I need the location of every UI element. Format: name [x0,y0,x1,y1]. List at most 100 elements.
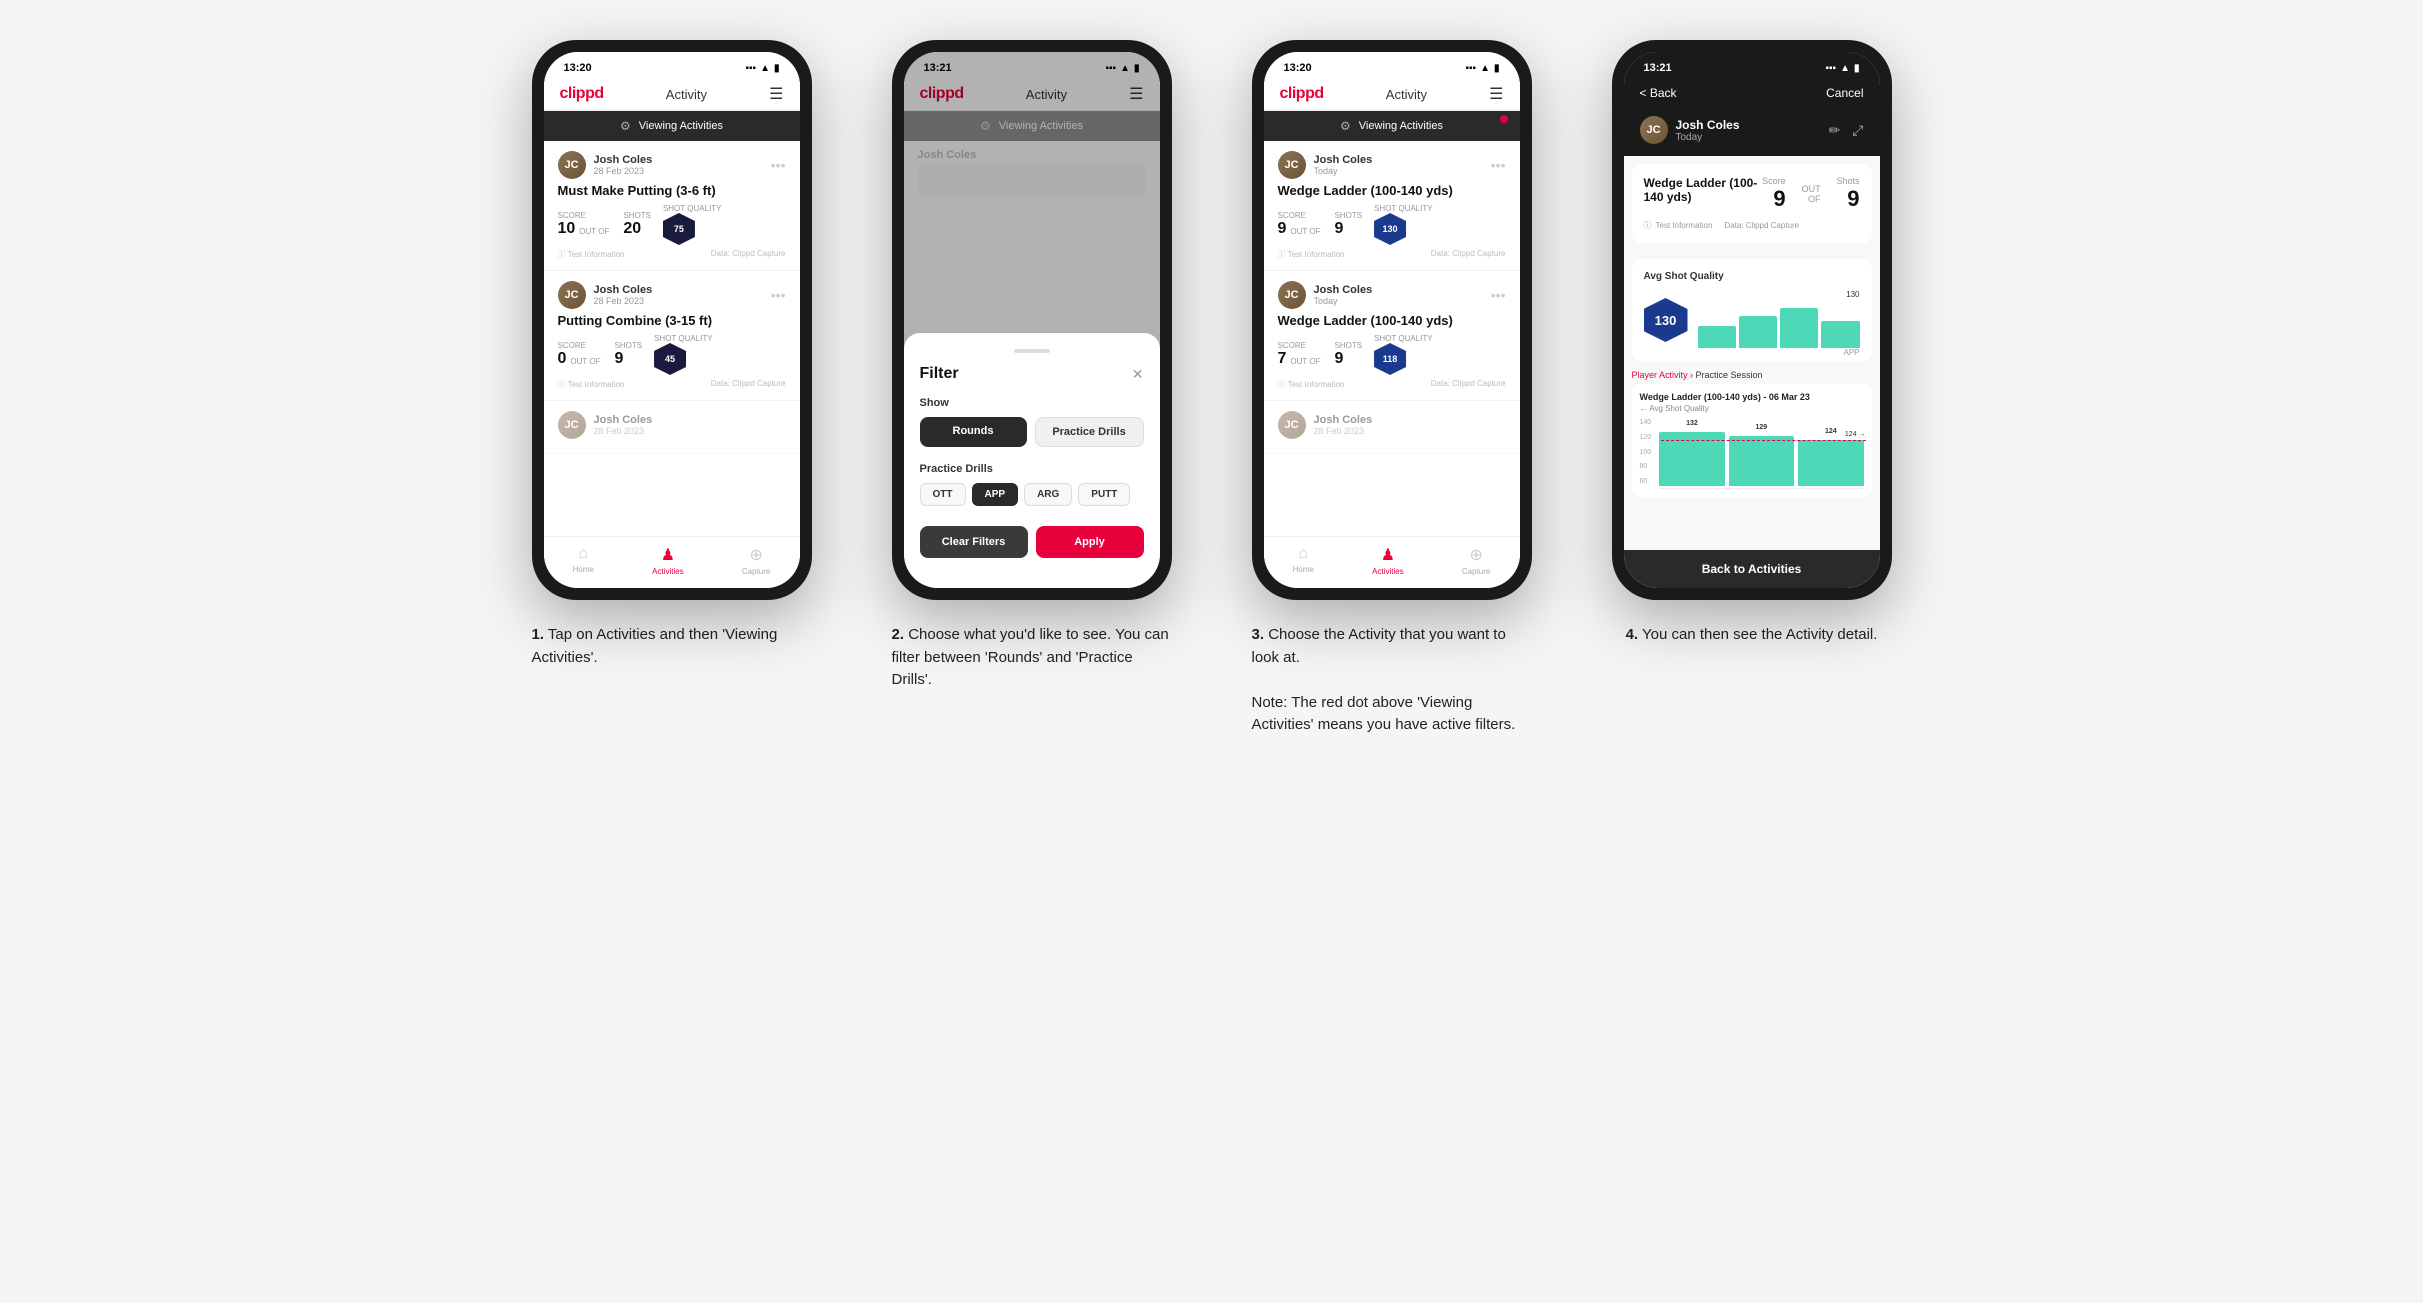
caption-3-text: Choose the Activity that you want to loo… [1252,626,1516,733]
phone-2: 13:21 ▪▪▪ ▲ ▮ clippd Activity ☰ ⚙ View [892,40,1172,600]
home-icon-3: ⌂ [1298,545,1308,563]
score-value-row-1-1: 10 OUT OF [558,220,612,238]
chip-app-label-2: APP [985,489,1006,500]
sq-value-1-1: 75 [674,224,684,234]
chip-app-2[interactable]: APP [972,483,1019,506]
user-text-1-2: Josh Coles 28 Feb 2023 [594,284,653,306]
activity-card-1-1[interactable]: JC Josh Coles 28 Feb 2023 ••• Must Make … [544,141,800,271]
more-dots-3-1[interactable]: ••• [1491,157,1506,173]
card-header-3-3: JC Josh Coles 28 Feb 2023 [1278,411,1506,439]
red-dot-3 [1500,115,1508,123]
filter-overlay-2: Filter ✕ Show Rounds Practice Drills [904,52,1160,588]
avatar-img-3-3: JC [1278,411,1306,439]
close-btn-2[interactable]: ✕ [1132,366,1144,383]
sq-hex-1-2: 45 [654,343,686,375]
signal-icon-3: ▪▪▪ [1465,63,1476,74]
nav-home-1[interactable]: ⌂ Home [573,545,594,576]
activity-card-3-1[interactable]: JC Josh Coles Today ••• Wedge Ladder (10… [1264,141,1520,271]
status-bar-3: 13:20 ▪▪▪ ▲ ▮ [1264,52,1520,78]
chip-arg-2[interactable]: ARG [1024,483,1072,506]
shots-value-1-1: 20 [623,220,651,238]
card-header-3-2: JC Josh Coles Today ••• [1278,281,1506,309]
chip-ott-label-2: OTT [933,489,953,500]
more-dots-3-2[interactable]: ••• [1491,287,1506,303]
more-dots-1-1[interactable]: ••• [771,157,786,173]
clear-filters-button-2[interactable]: Clear Filters [920,526,1028,558]
user-name-3-1: Josh Coles [1314,154,1373,166]
out-of-3-2: OUT OF [1290,357,1320,366]
user-date-1-1: 28 Feb 2023 [594,166,653,176]
nav-activities-1[interactable]: ♟ Activities [652,545,684,576]
shots-label-1-2: Shots [614,341,642,350]
status-bar-4: 13:21 ▪▪▪ ▲ ▮ [1624,52,1880,78]
avg-chart-4: 130 APP [1698,290,1860,350]
sq-hex-1-1: 75 [663,213,695,245]
settings-icon-3: ⚙ [1340,119,1351,133]
toggle-drills-2[interactable]: Practice Drills [1035,417,1144,447]
avatar-3-3: JC [1278,411,1306,439]
viewing-bar-3[interactable]: ⚙ Viewing Activities [1264,111,1520,141]
detail-user-date-4: Today [1676,132,1740,143]
info-right-1-1: Data: Clippd Capture [711,249,786,260]
battery-icon: ▮ [774,63,780,74]
nav-home-3[interactable]: ⌂ Home [1293,545,1314,576]
avg-quality-content-4: 130 130 APP [1644,290,1860,350]
nav-capture-1[interactable]: ⊕ Capture [742,545,770,576]
activity-card-3-2[interactable]: JC Josh Coles Today ••• Wedge Ladder (10… [1264,271,1520,401]
caption-1-number: 1. [532,626,545,643]
more-dots-1-2[interactable]: ••• [771,287,786,303]
time-1: 13:20 [564,62,592,74]
edit-icon-4[interactable]: ✏ [1829,122,1841,139]
shots-group-1-1: Shots 20 [623,211,651,238]
user-name-1-3: Josh Coles [594,414,653,426]
back-to-activities-4[interactable]: Back to Activities [1624,550,1880,588]
expand-icon-4[interactable]: ⤢ [1852,122,1863,139]
user-date-1-2: 28 Feb 2023 [594,296,653,306]
y-label-80: 80 [1640,463,1652,470]
activity-card-1-2[interactable]: JC Josh Coles 28 Feb 2023 ••• Putting Co… [544,271,800,401]
filter-modal-2: Filter ✕ Show Rounds Practice Drills [904,333,1160,588]
test-info-icon-4: ⓘ [1644,220,1652,231]
detail-score-group-4: Score 9 [1762,176,1786,212]
apply-button-2[interactable]: Apply [1036,526,1144,558]
chip-putt-2[interactable]: PUTT [1078,483,1130,506]
viewing-bar-1[interactable]: ⚙ Viewing Activities [544,111,800,141]
score-label-3-2: Score [1278,341,1323,350]
practice-session-section-4: Player Activity › Practice Session [1632,370,1872,380]
dashed-line-4: 124 → [1661,440,1865,441]
phone-4: 13:21 ▪▪▪ ▲ ▮ < Back Cancel JC [1612,40,1892,600]
home-label-1: Home [573,565,594,574]
cancel-button-4[interactable]: Cancel [1826,86,1863,100]
chart-bar-4-3 [1780,308,1818,348]
detail-drill-name-4: Wedge Ladder (100-140 yds) [1644,176,1763,204]
score-value-1-2: 0 [558,350,567,368]
info-right-3-2: Data: Clippd Capture [1431,379,1506,390]
card-footer-1-2: ⓘ Test Information Data: Clippd Capture [558,379,786,390]
back-button-4[interactable]: < Back [1640,86,1677,100]
caption-4-number: 4. [1626,626,1639,643]
toggle-rounds-2[interactable]: Rounds [920,417,1027,447]
chart-bars-4 [1698,298,1860,348]
bottom-nav-1: ⌂ Home ♟ Activities ⊕ Capture [544,536,800,588]
nav-capture-3[interactable]: ⊕ Capture [1462,545,1490,576]
user-text-1-3: Josh Coles 28 Feb 2023 [594,414,653,436]
y-axis-4: 140 120 100 80 60 [1640,419,1652,489]
session-bar-label-4-2: 129 [1756,424,1768,431]
sq-label-3-2: Shot Quality [1374,334,1433,343]
card-footer-3-2: ⓘ Test Information Data: Clippd Capture [1278,379,1506,390]
hamburger-icon-3[interactable]: ☰ [1489,84,1503,104]
shots-value-1-2: 9 [614,350,642,368]
caption-2-text: Choose what you'd like to see. You can f… [892,626,1169,688]
chip-ott-2[interactable]: OTT [920,483,966,506]
chart-top-value-4: 130 [1846,290,1859,299]
sq-group-3-2: Shot Quality 118 [1374,334,1433,375]
session-type-text-4: Practice Session [1696,370,1763,380]
avatar-1-1: JC [558,151,586,179]
score-value-3-1: 9 [1278,220,1287,238]
nav-activities-3[interactable]: ♟ Activities [1372,545,1404,576]
hamburger-icon-1[interactable]: ☰ [769,84,783,104]
session-bars-4: 132 129 124 [1659,419,1863,489]
y-label-100: 100 [1640,449,1652,456]
chart-app-label-4: APP [1698,348,1860,357]
avg-hex-4: 130 [1644,298,1688,342]
